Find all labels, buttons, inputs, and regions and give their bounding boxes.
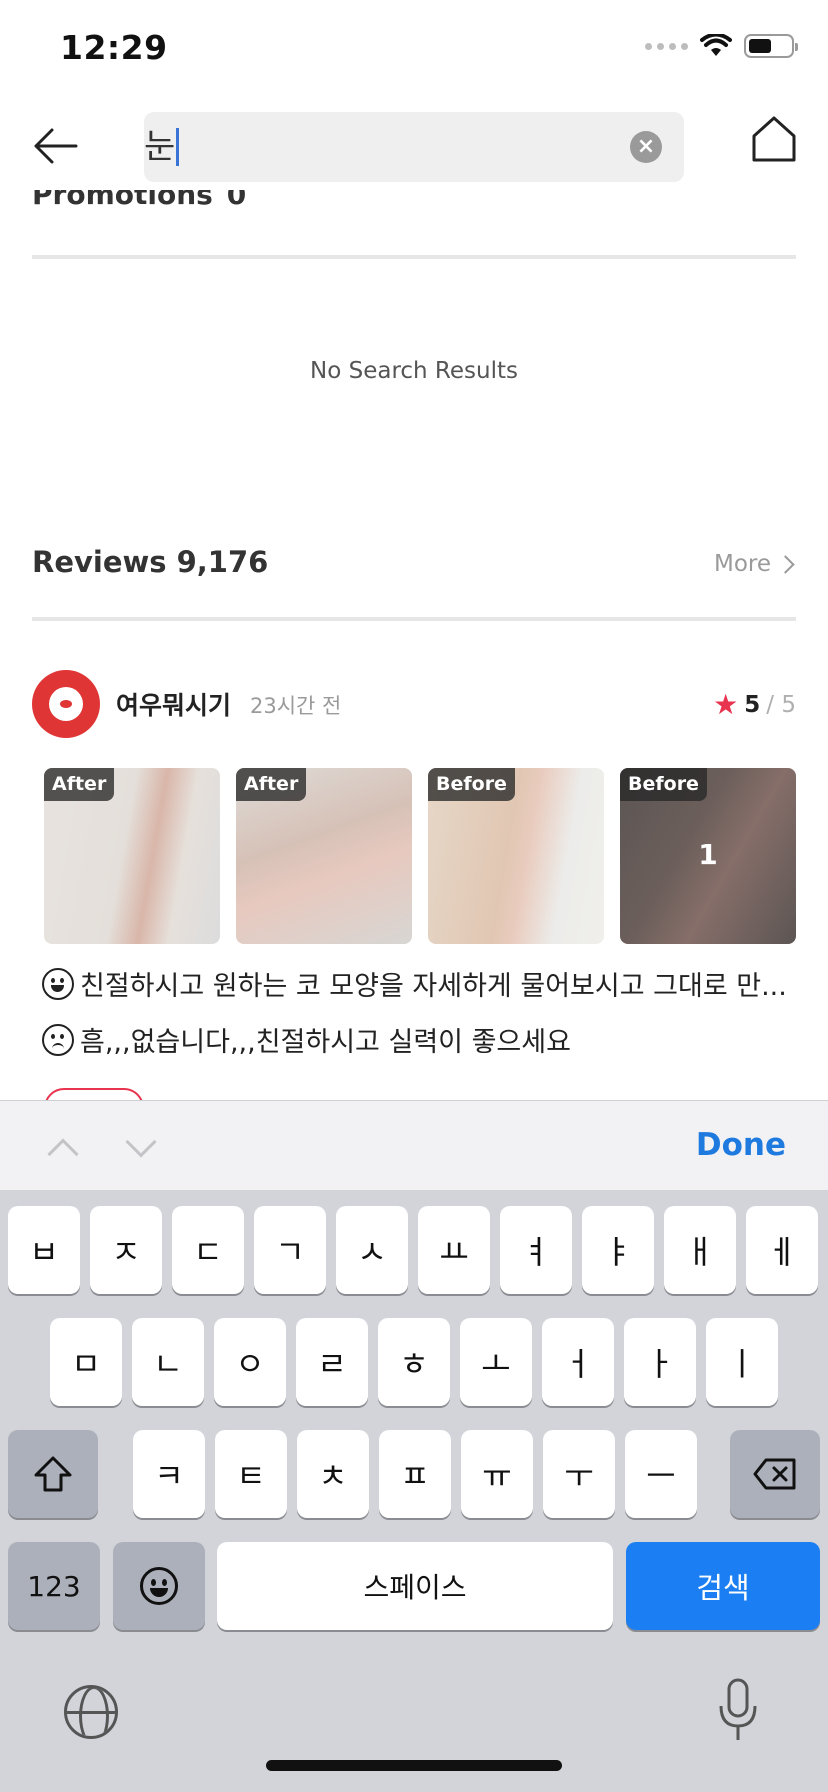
key-17[interactable]: ㅓ xyxy=(542,1318,614,1406)
review-photo[interactable]: After xyxy=(44,768,220,944)
reviews-label: Reviews xyxy=(32,545,167,579)
search-input[interactable]: 눈 × xyxy=(144,112,684,182)
reviews-header: Reviews 9,176 xyxy=(32,545,268,579)
divider xyxy=(32,255,796,259)
key-16[interactable]: ㅗ xyxy=(460,1318,532,1406)
review-photo[interactable]: After xyxy=(236,768,412,944)
key-25[interactable]: ㅜ xyxy=(543,1430,615,1518)
emoji-key[interactable] xyxy=(113,1542,205,1630)
review-time: 23시간 전 xyxy=(250,694,342,718)
review-header[interactable]: 여우뭐시기 23시간 전 ★ 5 / 5 xyxy=(32,670,796,738)
key-3[interactable]: ㄷ xyxy=(172,1206,244,1294)
space-key[interactable]: 스페이스 xyxy=(217,1542,613,1630)
review-positive-text: 친절하시고 원하는 코 모양을 자세하게 물어보시고 그대로 만... xyxy=(80,971,787,1002)
reviewer-name[interactable]: 여우뭐시기 xyxy=(116,686,231,722)
key-22[interactable]: ㅊ xyxy=(297,1430,369,1518)
review-positive[interactable]: 친절하시고 원하는 코 모양을 자세하게 물어보시고 그대로 만... xyxy=(42,964,802,1003)
emoji-icon xyxy=(140,1567,178,1605)
star-icon: ★ xyxy=(713,688,739,721)
key-10[interactable]: ㅔ xyxy=(746,1206,818,1294)
key-23[interactable]: ㅍ xyxy=(379,1430,451,1518)
key-20[interactable]: ㅋ xyxy=(133,1430,205,1518)
delete-icon xyxy=(753,1458,796,1490)
key-13[interactable]: ㅇ xyxy=(214,1318,286,1406)
key-8[interactable]: ㅑ xyxy=(582,1206,654,1294)
key-9[interactable]: ㅐ xyxy=(664,1206,736,1294)
cellular-signal-icon xyxy=(645,42,688,50)
photo-tag: After xyxy=(44,768,115,801)
numbers-key[interactable]: 123 xyxy=(8,1542,100,1630)
home-icon[interactable] xyxy=(750,114,798,164)
rating-score: 5 xyxy=(744,691,761,718)
search-query-text: 눈 xyxy=(144,127,176,167)
more-label: More xyxy=(713,551,771,577)
no-results-message: No Search Results xyxy=(310,358,518,384)
review-negative[interactable]: 흠,,,없습니다,,,친절하시고 실력이 좋으세요 xyxy=(42,1020,802,1059)
photo-tag: After xyxy=(236,768,307,801)
wifi-icon xyxy=(700,34,732,56)
key-19[interactable]: ㅣ xyxy=(706,1318,778,1406)
key-11[interactable]: ㅁ xyxy=(50,1318,122,1406)
key-1[interactable]: ㅂ xyxy=(8,1206,80,1294)
review-negative-text: 흠,,,없습니다,,,친절하시고 실력이 좋으세요 xyxy=(80,1027,571,1058)
rating-max: / 5 xyxy=(766,691,796,718)
shift-key[interactable] xyxy=(8,1430,98,1518)
globe-icon[interactable] xyxy=(64,1685,118,1739)
status-time: 12:29 xyxy=(60,28,168,67)
status-icons xyxy=(645,34,798,58)
text-cursor xyxy=(176,128,180,166)
microphone-icon[interactable] xyxy=(718,1678,758,1742)
previous-field-icon[interactable] xyxy=(47,1138,79,1170)
divider xyxy=(32,617,796,621)
smile-icon xyxy=(42,967,74,1000)
search-key[interactable]: 검색 xyxy=(626,1542,820,1630)
search-header: 눈 × xyxy=(0,100,828,190)
key-21[interactable]: ㅌ xyxy=(215,1430,287,1518)
key-6[interactable]: ㅛ xyxy=(418,1206,490,1294)
search-query[interactable]: 눈 xyxy=(144,127,180,167)
back-arrow-icon[interactable] xyxy=(30,120,82,172)
review-photo[interactable]: Before 1 xyxy=(620,768,796,944)
key-12[interactable]: ㄴ xyxy=(132,1318,204,1406)
avatar[interactable] xyxy=(32,670,100,738)
shift-icon xyxy=(34,1456,72,1492)
key-4[interactable]: ㄱ xyxy=(254,1206,326,1294)
review-rating: ★ 5 / 5 xyxy=(713,688,796,721)
delete-key[interactable] xyxy=(730,1430,820,1518)
more-photos-count: 1 xyxy=(698,838,718,871)
key-14[interactable]: ㄹ xyxy=(296,1318,368,1406)
review-photos: After After Before Before 1 xyxy=(44,768,796,944)
battery-icon xyxy=(744,34,798,58)
done-button[interactable]: Done xyxy=(696,1127,786,1163)
avatar-mascot-icon xyxy=(49,687,83,721)
key-15[interactable]: ㅎ xyxy=(378,1318,450,1406)
clear-search-icon[interactable]: × xyxy=(630,131,662,163)
key-5[interactable]: ㅅ xyxy=(336,1206,408,1294)
key-18[interactable]: ㅏ xyxy=(624,1318,696,1406)
home-indicator xyxy=(266,1760,562,1771)
chevron-right-icon xyxy=(776,554,795,574)
reviews-count: 9,176 xyxy=(176,545,269,579)
key-26[interactable]: ㅡ xyxy=(625,1430,697,1518)
keyboard-toolbar: Done xyxy=(0,1100,828,1190)
photo-tag: Before xyxy=(620,768,707,801)
next-field-icon[interactable] xyxy=(125,1126,157,1158)
key-7[interactable]: ㅕ xyxy=(500,1206,572,1294)
frown-icon xyxy=(42,1023,74,1056)
reviews-more-link[interactable]: More xyxy=(713,551,795,577)
photo-tag: Before xyxy=(428,768,515,801)
key-2[interactable]: ㅈ xyxy=(90,1206,162,1294)
status-bar: 12:29 xyxy=(0,0,828,100)
key-24[interactable]: ㅠ xyxy=(461,1430,533,1518)
review-photo[interactable]: Before xyxy=(428,768,604,944)
